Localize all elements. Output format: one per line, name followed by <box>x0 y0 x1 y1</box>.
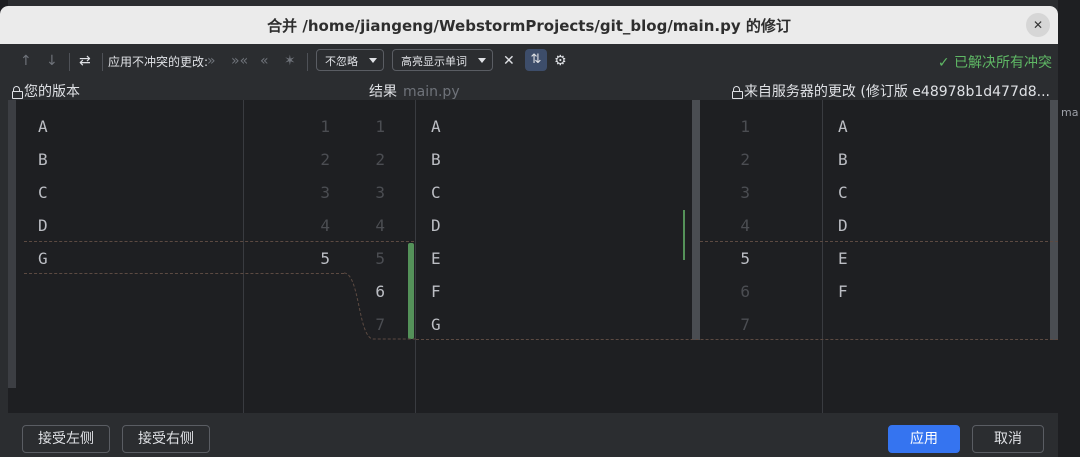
code-line: C <box>38 183 48 202</box>
dialog-title: 合并 /home/jiangeng/WebstormProjects/git_b… <box>267 17 791 35</box>
close-icon: ✕ <box>1032 18 1044 32</box>
merge-editor[interactable]: A B C D G 1 2 3 4 5 1 2 3 4 5 6 7 A B C … <box>8 100 1058 413</box>
change-boundary-line <box>24 273 344 274</box>
left-pane-header: 您的版本 <box>12 81 80 101</box>
lock-icon <box>12 86 23 99</box>
pane-divider <box>822 100 823 413</box>
previous-difference-icon[interactable]: ↑ <box>20 52 32 70</box>
change-boundary-line <box>416 339 1058 340</box>
code-line: A <box>838 117 848 136</box>
result-pane-title: 结果 <box>369 84 397 100</box>
toolbar-separator <box>69 53 70 71</box>
code-line: B <box>38 150 48 169</box>
accept-right-button[interactable]: 接受右侧 <box>122 425 210 453</box>
line-number: 1 <box>740 117 750 136</box>
apply-nonconflicting-label: 应用不冲突的更改: <box>108 55 209 69</box>
line-number: 4 <box>740 216 750 235</box>
apply-button[interactable]: 应用 <box>888 425 960 453</box>
left-line-numbers: 1 2 3 4 5 <box>310 110 330 275</box>
code-line: C <box>838 183 848 202</box>
line-number: 5 <box>320 249 330 268</box>
next-difference-icon[interactable]: ↓ <box>46 52 58 70</box>
line-number: 7 <box>740 315 750 334</box>
change-connector <box>343 272 416 340</box>
sync-scroll-toggle[interactable]: ⇅ <box>525 49 547 71</box>
code-line: D <box>38 216 48 235</box>
line-number: 3 <box>740 183 750 202</box>
change-boundary-line <box>24 241 414 242</box>
settings-icon[interactable]: ⚙ <box>554 52 567 70</box>
result-pane-header: 结果 main.py <box>369 81 460 101</box>
code-line: E <box>431 249 441 268</box>
apply-all-icon[interactable]: » <box>207 52 216 70</box>
right-line-numbers: 1 2 3 4 5 6 7 <box>730 110 750 341</box>
code-line: A <box>38 117 48 136</box>
highlight-words-dropdown[interactable]: 高亮显示单词 <box>392 49 493 71</box>
right-pane-code[interactable]: A B C D E F <box>838 110 848 308</box>
pane-divider <box>243 100 244 413</box>
change-marker <box>683 210 685 260</box>
pane-divider <box>415 100 416 413</box>
accept-left-button[interactable]: 接受左侧 <box>22 425 110 453</box>
code-line: G <box>38 249 48 268</box>
left-pane-title: 您的版本 <box>24 84 80 100</box>
merge-dialog: 合并 /home/jiangeng/WebstormProjects/git_b… <box>0 6 1058 457</box>
code-line: E <box>838 249 848 268</box>
merge-toolbar: ↑ ↓ ⇄ 应用不冲突的更改: » »« « ✶ 不忽略 高亮显示单词 ✕ ⇅ … <box>0 44 1058 78</box>
line-number: 6 <box>740 282 750 301</box>
title-bar: 合并 /home/jiangeng/WebstormProjects/git_b… <box>0 6 1058 44</box>
right-pane-scrollbar[interactable] <box>1050 100 1058 340</box>
line-number: 2 <box>740 150 750 169</box>
highlight-words-value: 高亮显示单词 <box>401 55 467 68</box>
magic-resolve-icon[interactable]: ✶ <box>284 52 296 70</box>
pane-headers: 您的版本 结果 main.py 来自服务器的更改 (修订版 e48978b1d47… <box>0 78 1058 100</box>
code-line: G <box>431 315 441 334</box>
ignore-whitespace-value: 不忽略 <box>325 55 358 68</box>
lock-icon <box>731 86 743 99</box>
line-number: 5 <box>740 249 750 268</box>
change-boundary-line <box>700 241 1058 242</box>
toolbar-separator <box>307 53 308 71</box>
desktop-right-strip: ma <box>1058 0 1080 457</box>
left-pane-scrollbar[interactable] <box>8 100 16 388</box>
code-line: A <box>431 117 441 136</box>
code-line: D <box>838 216 848 235</box>
right-pane-title: 来自服务器的更改 (修订版 e48978b1d477d8... <box>743 84 1050 100</box>
result-pane-code[interactable]: A B C D E F G <box>431 110 441 341</box>
line-number: 2 <box>320 150 330 169</box>
line-number: 3 <box>320 183 330 202</box>
close-button[interactable]: ✕ <box>1026 13 1050 37</box>
cancel-button[interactable]: 取消 <box>972 425 1044 453</box>
chevron-down-icon <box>369 58 377 63</box>
line-number: 3 <box>375 183 385 202</box>
desktop-peek-text: ma <box>1061 106 1079 119</box>
apply-left-icon[interactable]: « <box>260 52 269 70</box>
apply-nonconflicting-icon[interactable]: ⇄ <box>79 52 91 70</box>
code-line: F <box>838 282 848 301</box>
ignore-whitespace-dropdown[interactable]: 不忽略 <box>316 49 384 71</box>
line-number: 1 <box>320 117 330 136</box>
dialog-footer: 接受左侧 接受右侧 应用 取消 <box>0 413 1058 457</box>
apply-right-icon[interactable]: »« <box>231 52 248 70</box>
left-pane-code[interactable]: A B C D G <box>38 110 48 275</box>
code-line: B <box>431 150 441 169</box>
line-number: 4 <box>320 216 330 235</box>
line-number: 1 <box>375 117 385 136</box>
sync-scroll-icon: ⇅ <box>530 52 542 67</box>
line-number: 4 <box>375 216 385 235</box>
code-line: F <box>431 282 441 301</box>
result-pane-scrollbar[interactable] <box>692 100 700 340</box>
resolved-status: ✓ 已解决所有冲突 <box>937 55 1052 71</box>
right-pane-header: 来自服务器的更改 (修订版 e48978b1d477d8... <box>731 81 1050 101</box>
toolbar-separator <box>102 53 103 71</box>
code-line: D <box>431 216 441 235</box>
code-line: C <box>431 183 441 202</box>
line-number: 2 <box>375 150 385 169</box>
code-line: B <box>838 150 848 169</box>
chevron-down-icon <box>478 58 486 63</box>
result-file-name: main.py <box>403 84 460 100</box>
collapse-unchanged-icon[interactable]: ✕ <box>503 52 515 70</box>
